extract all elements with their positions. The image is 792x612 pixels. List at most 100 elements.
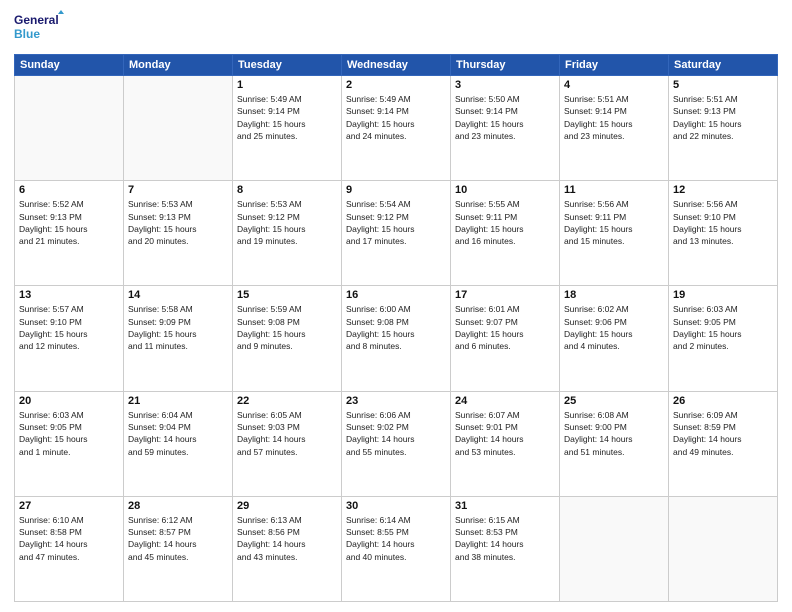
calendar-cell: 9 Sunrise: 5:54 AM Sunset: 9:12 PM Daylig… xyxy=(342,181,451,286)
calendar-cell: 16 Sunrise: 6:00 AM Sunset: 9:08 PM Dayli… xyxy=(342,286,451,391)
calendar-cell: 28 Sunrise: 6:12 AM Sunset: 8:57 PM Dayli… xyxy=(124,496,233,601)
day-number: 23 xyxy=(346,395,446,407)
day-info: Sunrise: 6:07 AM Sunset: 9:01 PM Dayligh… xyxy=(455,409,555,458)
calendar-cell: 17Sunrise: 6:01 AM Sunset: 9:07 PM Dayli… xyxy=(451,286,560,391)
day-info: Sunrise: 6:12 AM Sunset: 8:57 PM Dayligh… xyxy=(128,514,228,563)
day-info: Sunrise: 5:53 AM Sunset: 9:12 PM Dayligh… xyxy=(237,198,337,247)
day-number: 22 xyxy=(237,395,337,407)
calendar-cell xyxy=(124,76,233,181)
day-info: Sunrise: 5:59 AM Sunset: 9:08 PM Dayligh… xyxy=(237,303,337,352)
calendar-cell: 27 Sunrise: 6:10 AM Sunset: 8:58 PM Dayli… xyxy=(15,496,124,601)
day-number: 31 xyxy=(455,500,555,512)
calendar-cell: 10 Sunrise: 5:55 AM Sunset: 9:11 PM Dayli… xyxy=(451,181,560,286)
day-number: 11 xyxy=(564,184,664,196)
svg-text:Blue: Blue xyxy=(14,27,40,41)
calendar-cell: 19Sunrise: 6:03 AM Sunset: 9:05 PM Dayli… xyxy=(669,286,778,391)
day-number: 1 xyxy=(237,79,337,91)
day-number: 16 xyxy=(346,289,446,301)
day-number: 19 xyxy=(673,289,773,301)
day-info: Sunrise: 5:53 AM Sunset: 9:13 PM Dayligh… xyxy=(128,198,228,247)
day-info: Sunrise: 6:10 AM Sunset: 8:58 PM Dayligh… xyxy=(19,514,119,563)
day-info: Sunrise: 6:13 AM Sunset: 8:56 PM Dayligh… xyxy=(237,514,337,563)
day-info: Sunrise: 6:06 AM Sunset: 9:02 PM Dayligh… xyxy=(346,409,446,458)
weekday-header-wednesday: Wednesday xyxy=(342,55,451,76)
calendar-cell: 6Sunrise: 5:52 AM Sunset: 9:13 PM Daylig… xyxy=(15,181,124,286)
day-info: Sunrise: 5:56 AM Sunset: 9:10 PM Dayligh… xyxy=(673,198,773,247)
day-info: Sunrise: 5:51 AM Sunset: 9:13 PM Dayligh… xyxy=(673,93,773,142)
day-info: Sunrise: 5:51 AM Sunset: 9:14 PM Dayligh… xyxy=(564,93,664,142)
calendar-cell: 2 Sunrise: 5:49 AM Sunset: 9:14 PM Daylig… xyxy=(342,76,451,181)
day-number: 24 xyxy=(455,395,555,407)
day-info: Sunrise: 6:00 AM Sunset: 9:08 PM Dayligh… xyxy=(346,303,446,352)
day-number: 25 xyxy=(564,395,664,407)
calendar-cell: 14 Sunrise: 5:58 AM Sunset: 9:09 PM Dayli… xyxy=(124,286,233,391)
day-number: 27 xyxy=(19,500,119,512)
day-number: 26 xyxy=(673,395,773,407)
calendar-cell: 23 Sunrise: 6:06 AM Sunset: 9:02 PM Dayli… xyxy=(342,391,451,496)
day-number: 15 xyxy=(237,289,337,301)
svg-text:General: General xyxy=(14,13,59,27)
calendar-cell: 15 Sunrise: 5:59 AM Sunset: 9:08 PM Dayli… xyxy=(233,286,342,391)
calendar-cell: 21 Sunrise: 6:04 AM Sunset: 9:04 PM Dayli… xyxy=(124,391,233,496)
day-number: 14 xyxy=(128,289,228,301)
week-row-2: 6Sunrise: 5:52 AM Sunset: 9:13 PM Daylig… xyxy=(15,181,778,286)
day-number: 20 xyxy=(19,395,119,407)
calendar-cell: 3Sunrise: 5:50 AM Sunset: 9:14 PM Daylig… xyxy=(451,76,560,181)
week-row-3: 13Sunrise: 5:57 AM Sunset: 9:10 PM Dayli… xyxy=(15,286,778,391)
calendar-cell xyxy=(560,496,669,601)
day-number: 10 xyxy=(455,184,555,196)
day-number: 28 xyxy=(128,500,228,512)
day-info: Sunrise: 5:49 AM Sunset: 9:14 PM Dayligh… xyxy=(346,93,446,142)
day-info: Sunrise: 5:52 AM Sunset: 9:13 PM Dayligh… xyxy=(19,198,119,247)
day-number: 7 xyxy=(128,184,228,196)
header: General Blue xyxy=(14,10,778,46)
weekday-header-friday: Friday xyxy=(560,55,669,76)
calendar-cell: 8 Sunrise: 5:53 AM Sunset: 9:12 PM Daylig… xyxy=(233,181,342,286)
calendar-cell: 12Sunrise: 5:56 AM Sunset: 9:10 PM Dayli… xyxy=(669,181,778,286)
day-number: 8 xyxy=(237,184,337,196)
calendar-cell: 29 Sunrise: 6:13 AM Sunset: 8:56 PM Dayli… xyxy=(233,496,342,601)
weekday-header-monday: Monday xyxy=(124,55,233,76)
day-info: Sunrise: 6:02 AM Sunset: 9:06 PM Dayligh… xyxy=(564,303,664,352)
day-number: 4 xyxy=(564,79,664,91)
calendar-cell: 4 Sunrise: 5:51 AM Sunset: 9:14 PM Daylig… xyxy=(560,76,669,181)
calendar-cell: 11 Sunrise: 5:56 AM Sunset: 9:11 PM Dayli… xyxy=(560,181,669,286)
day-info: Sunrise: 6:01 AM Sunset: 9:07 PM Dayligh… xyxy=(455,303,555,352)
calendar-cell: 13Sunrise: 5:57 AM Sunset: 9:10 PM Dayli… xyxy=(15,286,124,391)
day-info: Sunrise: 5:49 AM Sunset: 9:14 PM Dayligh… xyxy=(237,93,337,142)
calendar-cell: 30Sunrise: 6:14 AM Sunset: 8:55 PM Dayli… xyxy=(342,496,451,601)
logo: General Blue xyxy=(14,10,64,46)
day-info: Sunrise: 5:54 AM Sunset: 9:12 PM Dayligh… xyxy=(346,198,446,247)
calendar-table: SundayMondayTuesdayWednesdayThursdayFrid… xyxy=(14,54,778,602)
day-info: Sunrise: 5:56 AM Sunset: 9:11 PM Dayligh… xyxy=(564,198,664,247)
day-info: Sunrise: 5:58 AM Sunset: 9:09 PM Dayligh… xyxy=(128,303,228,352)
day-number: 29 xyxy=(237,500,337,512)
day-number: 2 xyxy=(346,79,446,91)
day-number: 30 xyxy=(346,500,446,512)
day-number: 5 xyxy=(673,79,773,91)
calendar-cell: 20 Sunrise: 6:03 AM Sunset: 9:05 PM Dayli… xyxy=(15,391,124,496)
weekday-header-tuesday: Tuesday xyxy=(233,55,342,76)
logo-svg: General Blue xyxy=(14,10,64,46)
day-number: 13 xyxy=(19,289,119,301)
day-info: Sunrise: 6:04 AM Sunset: 9:04 PM Dayligh… xyxy=(128,409,228,458)
day-info: Sunrise: 5:55 AM Sunset: 9:11 PM Dayligh… xyxy=(455,198,555,247)
day-info: Sunrise: 6:03 AM Sunset: 9:05 PM Dayligh… xyxy=(19,409,119,458)
day-info: Sunrise: 6:09 AM Sunset: 8:59 PM Dayligh… xyxy=(673,409,773,458)
weekday-header-sunday: Sunday xyxy=(15,55,124,76)
calendar-cell xyxy=(669,496,778,601)
day-number: 18 xyxy=(564,289,664,301)
main-container: General Blue SundayMondayTuesdayWednesda… xyxy=(0,0,792,612)
calendar-cell: 25Sunrise: 6:08 AM Sunset: 9:00 PM Dayli… xyxy=(560,391,669,496)
calendar-cell: 18 Sunrise: 6:02 AM Sunset: 9:06 PM Dayli… xyxy=(560,286,669,391)
calendar-cell: 24 Sunrise: 6:07 AM Sunset: 9:01 PM Dayli… xyxy=(451,391,560,496)
week-row-4: 20 Sunrise: 6:03 AM Sunset: 9:05 PM Dayli… xyxy=(15,391,778,496)
day-number: 21 xyxy=(128,395,228,407)
day-number: 9 xyxy=(346,184,446,196)
calendar-cell: 1 Sunrise: 5:49 AM Sunset: 9:14 PM Daylig… xyxy=(233,76,342,181)
weekday-header-thursday: Thursday xyxy=(451,55,560,76)
calendar-cell: 22Sunrise: 6:05 AM Sunset: 9:03 PM Dayli… xyxy=(233,391,342,496)
day-number: 3 xyxy=(455,79,555,91)
week-row-5: 27 Sunrise: 6:10 AM Sunset: 8:58 PM Dayli… xyxy=(15,496,778,601)
calendar-cell xyxy=(15,76,124,181)
